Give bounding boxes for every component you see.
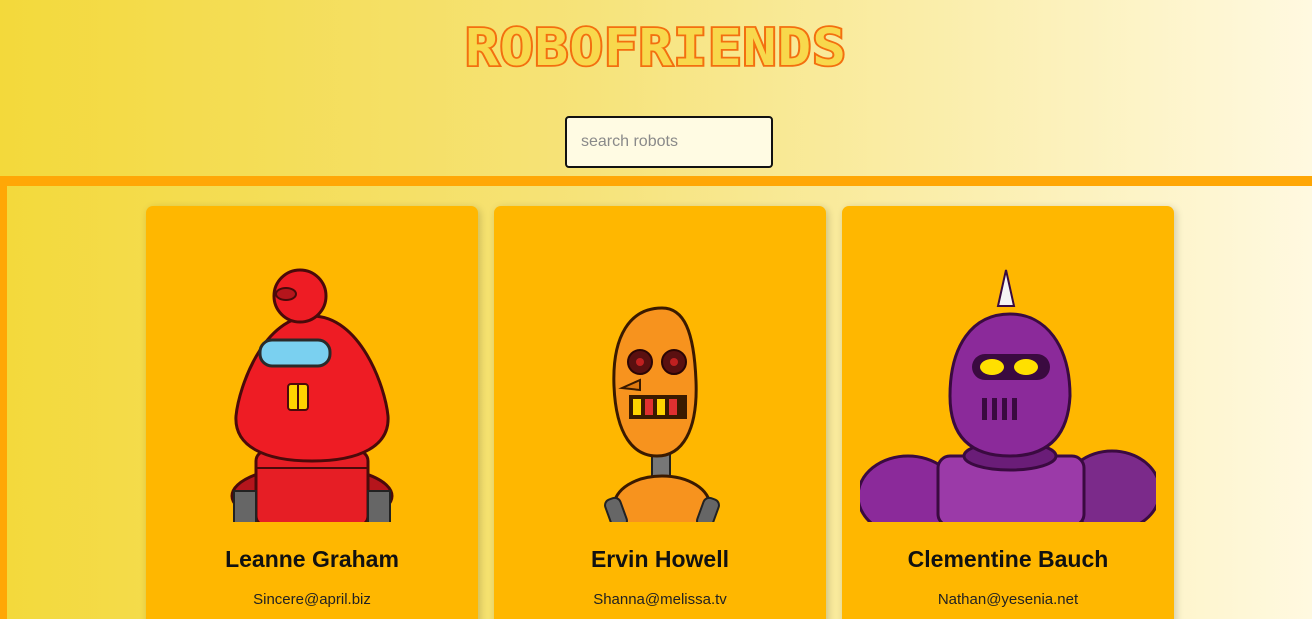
robot-name: Clementine Bauch <box>907 546 1109 572</box>
robot-avatar-image <box>164 256 460 522</box>
robot-email: Sincere@april.biz <box>253 591 371 608</box>
robot-email: Shanna@melissa.tv <box>593 591 727 608</box>
robot-avatar-image <box>512 256 808 522</box>
search-input[interactable] <box>565 116 773 168</box>
robot-name: Ervin Howell <box>590 546 730 572</box>
app-title: ROBOFRIENDS <box>463 17 848 79</box>
robot-email: Nathan@yesenia.net <box>937 591 1079 608</box>
robot-card[interactable]: Clementine Bauch Nathan@yesenia.net <box>842 206 1174 619</box>
robot-name: Leanne Graham <box>225 546 399 572</box>
robot-card[interactable]: Leanne Graham Sincere@april.biz <box>146 206 478 619</box>
card-list[interactable]: Leanne Graham Sincere@april.biz Ervin Ho… <box>0 176 1312 619</box>
header: ROBOFRIENDS <box>0 0 1312 176</box>
robot-avatar-image <box>860 256 1156 522</box>
robot-card[interactable]: Ervin Howell Shanna@melissa.tv <box>494 206 826 619</box>
